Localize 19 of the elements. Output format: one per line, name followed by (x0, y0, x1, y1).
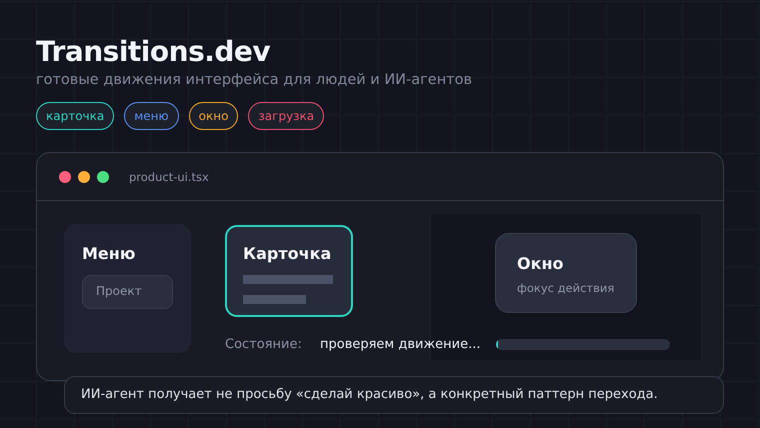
site-title: Transitions.dev (36, 34, 272, 70)
file-name: product-ui.tsx (129, 170, 209, 184)
tag[interactable]: окно (188, 102, 238, 130)
tag[interactable]: меню (124, 102, 179, 130)
card-title: Карточка (243, 244, 332, 263)
card[interactable]: Карточка (225, 225, 353, 317)
status-value: проверяем движение... (320, 337, 482, 352)
menu-item[interactable]: Проект (82, 275, 173, 309)
dialog-subtitle: фокус действия (517, 281, 615, 295)
tag[interactable]: загрузка (248, 102, 324, 130)
window-control-dot[interactable] (78, 170, 90, 182)
subtitle: готовые движения интерфейса для людей и ИИ-агентов (36, 71, 474, 90)
status-label: Состояние: (225, 337, 303, 352)
menu-title: Меню (82, 244, 136, 263)
caption: ИИ-агент получает не просьбу «сделай красиво», а конкретный паттерн перехода. (64, 376, 724, 414)
dialog-title: Окно (517, 254, 565, 273)
window-control-dot[interactable] (59, 170, 71, 182)
window-control-dot[interactable] (97, 170, 109, 182)
tag[interactable]: карточка (36, 102, 114, 130)
